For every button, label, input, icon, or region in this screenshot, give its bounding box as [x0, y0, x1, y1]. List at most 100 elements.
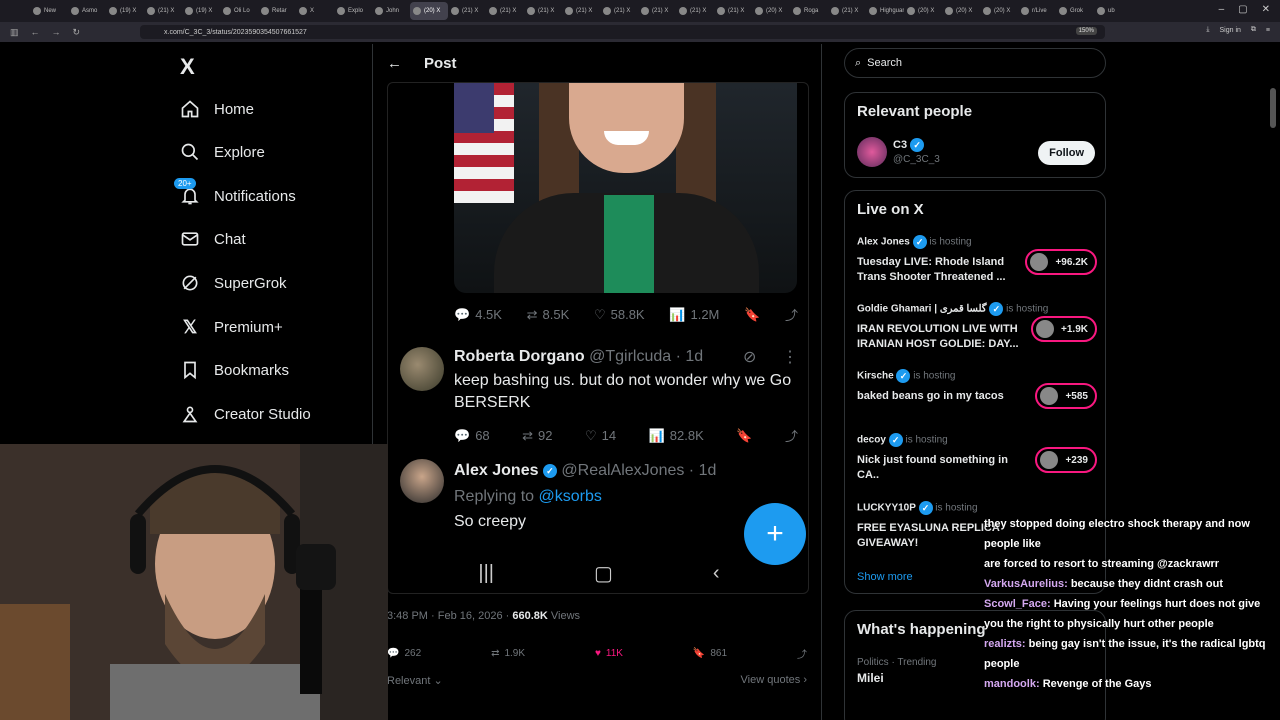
browser-tab[interactable]: (21) X: [638, 2, 676, 20]
nav-item-premium[interactable]: 𝕏 Premium+: [180, 312, 283, 342]
reply-button[interactable]: 💬 68: [454, 428, 490, 444]
nav-item-notifications[interactable]: 20+ Notifications: [174, 178, 296, 211]
repost-button[interactable]: ⇄ 1.9K: [491, 646, 525, 661]
back-arrow-icon[interactable]: ←: [387, 55, 402, 72]
views-button[interactable]: 📊 82.8K: [649, 428, 704, 444]
more-icon[interactable]: ⋮: [782, 347, 798, 367]
chat-username[interactable]: VarkusAurelius:: [984, 578, 1068, 590]
forward-icon[interactable]: →: [52, 27, 61, 38]
browser-tab[interactable]: Explo: [334, 2, 372, 20]
back-icon[interactable]: ←: [31, 27, 40, 38]
nav-item-supergrok[interactable]: SuperGrok: [180, 268, 287, 298]
reply-author[interactable]: Roberta Dorgano @Tgirlcuda · 1d: [454, 348, 703, 366]
browser-tab[interactable]: (21) X: [676, 2, 714, 20]
share-button[interactable]: ⤴: [785, 305, 798, 324]
nav-item-explore[interactable]: Explore: [180, 137, 265, 167]
browser-tab[interactable]: (20) X: [904, 2, 942, 20]
browser-tab[interactable]: r/Live: [1018, 2, 1056, 20]
reply-author[interactable]: Alex Jones ✓ @RealAlexJones · 1d: [454, 462, 716, 480]
like-button[interactable]: ♡ 58.8K: [594, 307, 645, 323]
browser-tab[interactable]: New: [30, 2, 68, 20]
browser-tab[interactable]: (20) X: [980, 2, 1018, 20]
zoom-indicator[interactable]: 150%: [1075, 27, 1097, 35]
nav-item-chat[interactable]: Chat: [180, 224, 246, 254]
repost-button[interactable]: ⇄ 92: [522, 428, 552, 444]
browser-tab[interactable]: (21) X: [524, 2, 562, 20]
bookmark-button[interactable]: 🔖: [744, 307, 760, 323]
browser-tab[interactable]: Highguar: [866, 2, 904, 20]
nav-item-creator-studio[interactable]: Creator Studio: [180, 399, 311, 429]
nav-item-home[interactable]: Home: [180, 94, 254, 124]
browser-tab[interactable]: (21) X: [828, 2, 866, 20]
browser-tab[interactable]: (20) X: [410, 2, 448, 20]
download-icon[interactable]: ⤓: [1206, 26, 1209, 34]
like-button[interactable]: ♥ 11K: [595, 646, 623, 661]
menu-icon[interactable]: ≡: [1266, 27, 1270, 34]
browser-tab[interactable]: ub: [1094, 2, 1132, 20]
browser-tab[interactable]: (19) X: [106, 2, 144, 20]
recents-icon[interactable]: |||: [478, 562, 494, 585]
bookmark-button[interactable]: 🔖 861: [693, 646, 727, 661]
browser-tab[interactable]: John: [372, 2, 410, 20]
share-button[interactable]: ⤴: [797, 646, 807, 661]
show-more-link[interactable]: Show more: [857, 571, 913, 583]
browser-tab[interactable]: (21) X: [486, 2, 524, 20]
sidebar-toggle-icon[interactable]: ▥: [10, 27, 19, 38]
live-item[interactable]: Alex Jones ✓ is hosting Tuesday LIVE: Rh…: [857, 235, 1097, 285]
share-button[interactable]: ⤴: [785, 426, 798, 445]
sort-dropdown[interactable]: Relevant ⌄: [387, 674, 443, 687]
repost-button[interactable]: ⇄ 8.5K: [527, 307, 570, 323]
reply-icon: 💬: [454, 306, 471, 322]
browser-tab[interactable]: (19) X: [182, 2, 220, 20]
maximize-icon[interactable]: ▢: [1238, 4, 1247, 15]
trend-item[interactable]: Milei: [857, 671, 884, 685]
browser-tab[interactable]: Roga: [790, 2, 828, 20]
x-logo-icon[interactable]: X: [180, 54, 195, 80]
address-bar[interactable]: x.com/C_3C_3/status/2023590354507661527 …: [140, 25, 1105, 39]
browser-tab[interactable]: (20) X: [752, 2, 790, 20]
follow-button[interactable]: Follow: [1038, 141, 1095, 165]
signin-button[interactable]: Sign in: [1220, 27, 1241, 34]
bookmark-button[interactable]: 🔖: [736, 428, 752, 444]
reply-button[interactable]: 💬 262: [387, 646, 421, 661]
avatar[interactable]: [400, 347, 444, 391]
mention-link[interactable]: @ksorbs: [539, 488, 602, 505]
avatar[interactable]: [857, 137, 887, 167]
avatar[interactable]: [400, 459, 444, 503]
grok-icon[interactable]: ⊘: [743, 347, 756, 367]
browser-tab[interactable]: Asmo: [68, 2, 106, 20]
browser-tab[interactable]: (21) X: [448, 2, 486, 20]
view-quotes-link[interactable]: View quotes ›: [741, 674, 807, 687]
nav-item-bookmarks[interactable]: Bookmarks: [180, 355, 289, 385]
post-image[interactable]: [454, 83, 797, 293]
browser-tab[interactable]: (20) X: [942, 2, 980, 20]
live-item[interactable]: Goldie Ghamari | گلسا قمری ✓ is hosting …: [857, 302, 1097, 352]
chat-username[interactable]: mandoolk:: [984, 678, 1040, 690]
browser-tab[interactable]: Retar: [258, 2, 296, 20]
home-button-icon[interactable]: ▢: [594, 561, 613, 586]
browser-tab[interactable]: (21) X: [600, 2, 638, 20]
chat-username[interactable]: realizts:: [984, 638, 1026, 650]
back-icon[interactable]: ‹: [713, 562, 720, 585]
live-item[interactable]: decoy ✓ is hosting Nick just found somet…: [857, 433, 1097, 483]
live-item[interactable]: Kirsche ✓ is hosting baked beans go in m…: [857, 369, 1097, 409]
search-icon: [180, 142, 200, 162]
chat-username[interactable]: Scowl_Face:: [984, 598, 1051, 610]
browser-tab[interactable]: Oli Lo: [220, 2, 258, 20]
close-icon[interactable]: ✕: [1262, 4, 1270, 15]
search-input[interactable]: ⌕ Search: [844, 48, 1106, 78]
extensions-icon[interactable]: ⧉: [1251, 26, 1256, 34]
tab-favicon-icon: [831, 7, 839, 15]
browser-tab[interactable]: X: [296, 2, 334, 20]
browser-tab[interactable]: (21) X: [714, 2, 752, 20]
views-button[interactable]: 📊 1.2M: [669, 307, 719, 323]
minimize-icon[interactable]: –: [1219, 4, 1225, 15]
like-button[interactable]: ♡ 14: [585, 428, 616, 444]
browser-tab[interactable]: (21) X: [562, 2, 600, 20]
browser-tab[interactable]: Grok: [1056, 2, 1094, 20]
person-name[interactable]: C3 ✓: [893, 138, 925, 152]
scrollbar[interactable]: [1270, 88, 1276, 128]
reload-icon[interactable]: ↻: [73, 27, 81, 38]
reply-button[interactable]: 💬 4.5K: [454, 307, 502, 323]
browser-tab[interactable]: (21) X: [144, 2, 182, 20]
